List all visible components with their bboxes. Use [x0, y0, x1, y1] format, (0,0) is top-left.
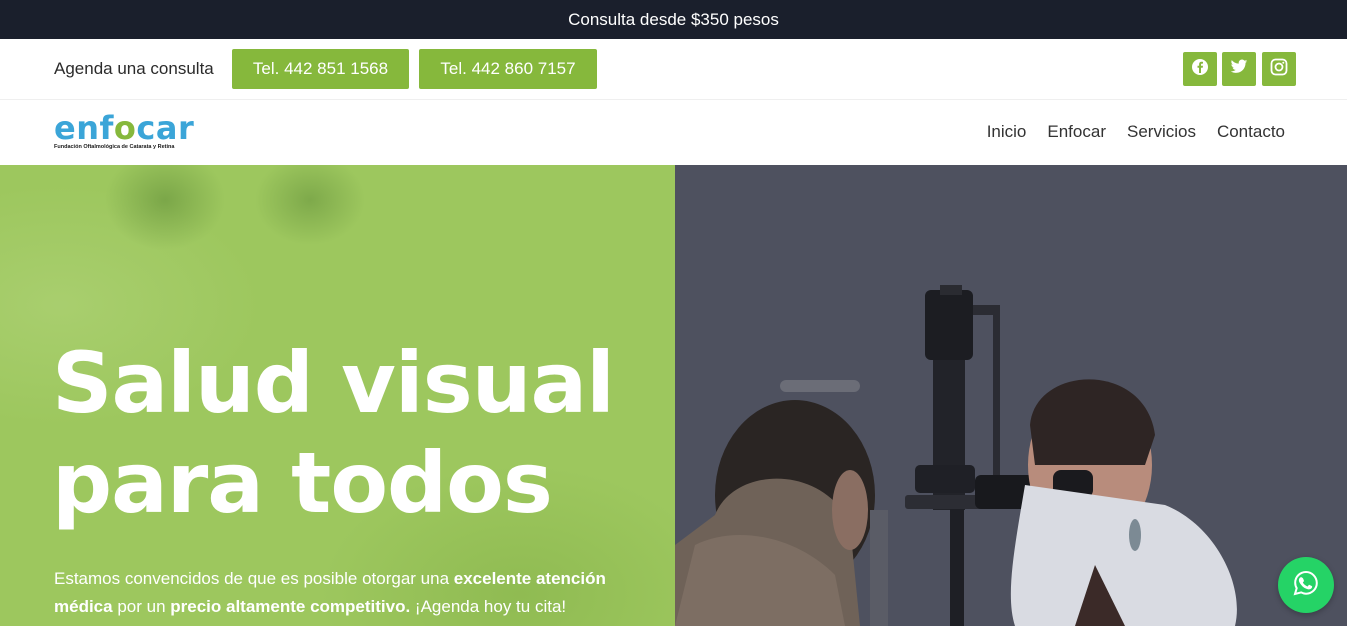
- hero-left-panel: Salud visual para todos Estamos convenci…: [0, 165, 675, 626]
- main-navbar: enfocar Fundación Oftalmológica de Catar…: [0, 100, 1347, 165]
- announcement-bar: Consulta desde $350 pesos: [0, 0, 1347, 39]
- facebook-link[interactable]: [1183, 52, 1217, 86]
- hero-text-bold-2: precio altamente competitivo.: [170, 597, 411, 616]
- hero-text-part-2: por un: [112, 597, 171, 616]
- logo-wordmark: enfocar: [54, 110, 214, 146]
- instagram-icon: [1270, 58, 1288, 81]
- nav-item-enfocar[interactable]: Enfocar: [1047, 122, 1106, 142]
- nav-item-contacto[interactable]: Contacto: [1217, 122, 1285, 142]
- phone-button-1[interactable]: Tel. 442 851 1568: [232, 49, 409, 89]
- logo-part-3: car: [136, 109, 195, 147]
- hero-text-part-3: ¡Agenda hoy tu cita!: [410, 597, 567, 616]
- logo-part-1: enf: [54, 109, 114, 147]
- hero-title-line-1: Salud visual: [52, 334, 615, 432]
- twitter-link[interactable]: [1222, 52, 1256, 86]
- primary-nav: Inicio Enfocar Servicios Contacto: [987, 122, 1285, 142]
- instagram-link[interactable]: [1262, 52, 1296, 86]
- site-logo[interactable]: enfocar Fundación Oftalmológica de Catar…: [54, 110, 214, 156]
- agenda-label: Agenda una consulta: [54, 59, 214, 78]
- hero-title: Salud visual para todos: [52, 333, 615, 533]
- twitter-icon: [1230, 59, 1248, 80]
- contact-bar: Agenda una consulta Tel. 442 851 1568 Te…: [0, 39, 1347, 100]
- hero-title-line-2: para todos: [52, 434, 553, 532]
- eye-exam-illustration: [675, 165, 1347, 626]
- nav-item-inicio[interactable]: Inicio: [987, 122, 1027, 142]
- nav-item-servicios[interactable]: Servicios: [1127, 122, 1196, 142]
- phone-button-2[interactable]: Tel. 442 860 7157: [419, 49, 597, 89]
- whatsapp-button[interactable]: [1278, 557, 1334, 613]
- whatsapp-icon: [1292, 569, 1320, 602]
- logo-part-2: o: [113, 109, 137, 147]
- facebook-icon: [1191, 58, 1209, 81]
- logo-tagline: Fundación Oftalmológica de Catarata y Re…: [54, 144, 175, 150]
- hero-photo: [675, 165, 1347, 626]
- hero-text-part-1: Estamos convencidos de que es posible ot…: [54, 569, 454, 588]
- hero-description: Estamos convencidos de que es posible ot…: [54, 565, 654, 621]
- hero-section: Salud visual para todos Estamos convenci…: [0, 165, 1347, 626]
- announcement-text: Consulta desde $350 pesos: [568, 9, 779, 29]
